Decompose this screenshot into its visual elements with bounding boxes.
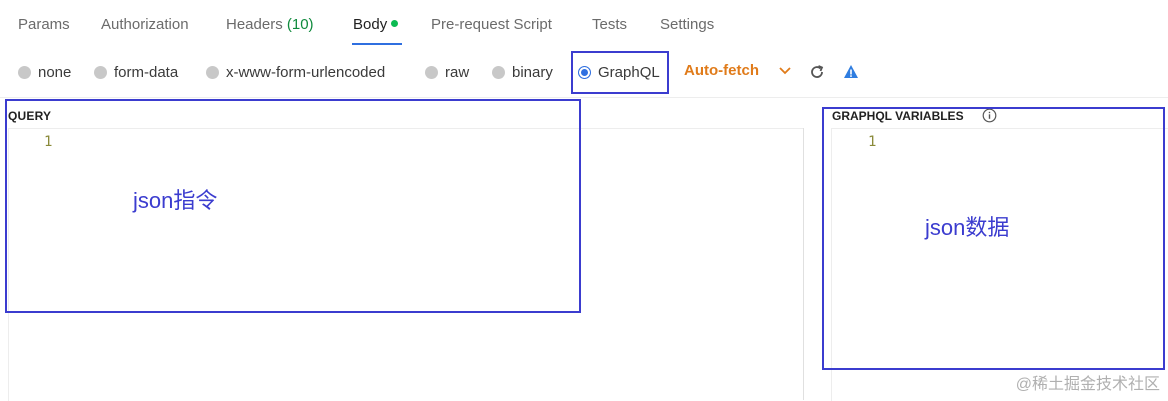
body-mode-form-data[interactable]: form-data <box>94 61 178 83</box>
body-mode-binary-label: binary <box>512 63 553 81</box>
tab-params[interactable]: Params <box>18 16 70 33</box>
body-mode-raw[interactable]: raw <box>425 61 469 83</box>
variables-annotation: json数据 <box>925 215 1010 240</box>
body-mode-urlencoded[interactable]: x-www-form-urlencoded <box>206 61 385 83</box>
query-highlight-box <box>5 99 581 313</box>
body-mode-binary[interactable]: binary <box>492 61 553 83</box>
tab-tests[interactable]: Tests <box>592 16 627 33</box>
tab-headers-label: Headers <box>226 16 283 33</box>
watermark: @稀土掘金技术社区 <box>1015 376 1160 393</box>
tab-pre-request-script-label: Pre-request Script <box>431 16 552 33</box>
radio-none[interactable] <box>18 65 31 79</box>
query-annotation: json指令 <box>133 188 218 213</box>
body-mode-none[interactable]: none <box>18 61 71 83</box>
refresh-icon[interactable] <box>808 63 826 86</box>
pane-divider[interactable] <box>803 128 804 400</box>
tab-settings-label: Settings <box>660 16 715 33</box>
radio-form-data[interactable] <box>94 65 107 79</box>
radio-urlencoded[interactable] <box>206 65 219 79</box>
graphql-highlight-box <box>571 51 669 94</box>
body-mode-none-label: none <box>38 63 72 81</box>
radio-binary[interactable] <box>492 65 505 79</box>
toolbar-divider <box>0 97 1168 98</box>
tab-params-label: Params <box>18 16 70 33</box>
body-mode-form-data-label: form-data <box>114 63 179 81</box>
tab-authorization[interactable]: Authorization <box>101 16 189 33</box>
chevron-down-icon[interactable] <box>778 64 792 83</box>
body-active-dot-icon <box>391 20 399 27</box>
request-tabs: Params Authorization Headers (10) Body P… <box>0 0 1168 48</box>
auto-fetch-button[interactable]: Auto-fetch <box>684 62 759 79</box>
radio-raw[interactable] <box>425 65 438 79</box>
active-tab-indicator <box>352 43 402 45</box>
tab-tests-label: Tests <box>592 16 628 33</box>
tab-headers[interactable]: Headers (10) <box>226 16 314 33</box>
headers-count-badge: (10) <box>286 16 314 33</box>
body-mode-raw-label: raw <box>445 63 470 81</box>
tab-authorization-label: Authorization <box>101 16 189 33</box>
body-mode-urlencoded-label: x-www-form-urlencoded <box>226 63 386 81</box>
tab-body[interactable]: Body <box>353 16 399 33</box>
tab-settings[interactable]: Settings <box>660 16 714 33</box>
warning-icon[interactable] <box>843 64 859 85</box>
tab-body-label: Body <box>353 16 388 33</box>
tab-pre-request-script[interactable]: Pre-request Script <box>431 16 552 33</box>
